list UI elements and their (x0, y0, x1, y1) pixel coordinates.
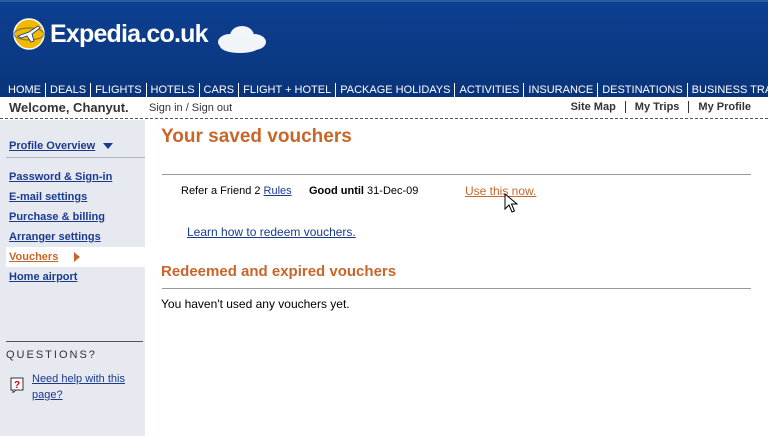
profile-sidebar: Profile Overview Password & Sign-in E-ma… (0, 120, 145, 436)
divider (6, 341, 143, 342)
sidebar-item-vouchers[interactable]: Vouchers (6, 247, 145, 267)
svg-text:?: ? (14, 380, 20, 391)
sidebar-item-purchase-billing[interactable]: Purchase & billing (9, 211, 105, 223)
nav-cars[interactable]: CARS (198, 83, 239, 97)
nav-flight-hotel[interactable]: FLIGHT + HOTEL (238, 83, 335, 97)
empty-state-text: You haven't used any vouchers yet. (161, 297, 350, 311)
welcome-bar: Welcome, Chanyut. Sign in / Sign out Sit… (0, 97, 768, 119)
nav-flights[interactable]: FLIGHTS (90, 83, 145, 97)
page-title: Your saved vouchers (161, 126, 352, 147)
voucher-rules-link[interactable]: Rules (264, 185, 292, 197)
divider (6, 157, 145, 158)
cloud-icon (218, 26, 266, 53)
voucher-name: Refer a Friend 2 Rules (181, 185, 292, 197)
chevron-down-icon (103, 143, 114, 149)
nav-insurance[interactable]: INSURANCE (523, 83, 597, 97)
my-profile-link[interactable]: My Profile (688, 101, 760, 113)
chevron-right-icon (74, 252, 80, 262)
help-link[interactable]: Need help with this page? (32, 371, 137, 403)
nav-activities[interactable]: ACTIVITIES (454, 83, 523, 97)
sidebar-item-label: Vouchers (9, 251, 59, 263)
sign-in-out-link[interactable]: Sign in / Sign out (149, 102, 232, 114)
globe-plane-icon (13, 18, 45, 50)
voucher-expiry: Good until 31-Dec-09 (309, 185, 418, 197)
voucher-title: Refer a Friend 2 (181, 185, 261, 197)
redeemed-section-title: Redeemed and expired vouchers (161, 263, 397, 280)
sidebar-item-password-signin[interactable]: Password & Sign-in (9, 171, 112, 183)
nav-destinations[interactable]: DESTINATIONS (597, 83, 686, 97)
account-links: Site Map My Trips My Profile (562, 101, 760, 113)
mouse-cursor-icon (504, 193, 518, 213)
profile-overview-dropdown[interactable]: Profile Overview (9, 140, 114, 152)
sidebar-item-arranger-settings[interactable]: Arranger settings (9, 231, 101, 243)
questions-heading: QUESTIONS? (6, 349, 97, 361)
nav-deals[interactable]: DEALS (45, 83, 90, 97)
site-header: Expedia.co.uk HOME DEALS FLIGHTS HOTELS … (0, 0, 768, 97)
welcome-text: Welcome, Chanyut. (9, 100, 129, 115)
sidebar-item-email-settings[interactable]: E-mail settings (9, 191, 87, 203)
nav-business-travel[interactable]: BUSINESS TRAVEL (686, 83, 768, 97)
site-map-link[interactable]: Site Map (562, 101, 625, 113)
expedia-logo[interactable]: Expedia.co.uk (12, 16, 209, 52)
divider (162, 288, 751, 289)
help-question-icon: ? (10, 377, 24, 393)
use-voucher-link[interactable]: Use this now. (465, 184, 536, 198)
divider (162, 174, 751, 175)
sidebar-item-home-airport[interactable]: Home airport (9, 271, 77, 283)
nav-hotels[interactable]: HOTELS (145, 83, 199, 97)
nav-home[interactable]: HOME (4, 83, 45, 97)
profile-overview-label: Profile Overview (9, 140, 96, 152)
logo-text: Expedia.co.uk (50, 20, 209, 48)
learn-redeem-link[interactable]: Learn how to redeem vouchers. (187, 225, 356, 239)
good-until-label: Good until (309, 185, 364, 197)
my-trips-link[interactable]: My Trips (624, 101, 689, 113)
nav-package-holidays[interactable]: PACKAGE HOLIDAYS (335, 83, 454, 97)
good-until-date: 31-Dec-09 (367, 185, 419, 197)
